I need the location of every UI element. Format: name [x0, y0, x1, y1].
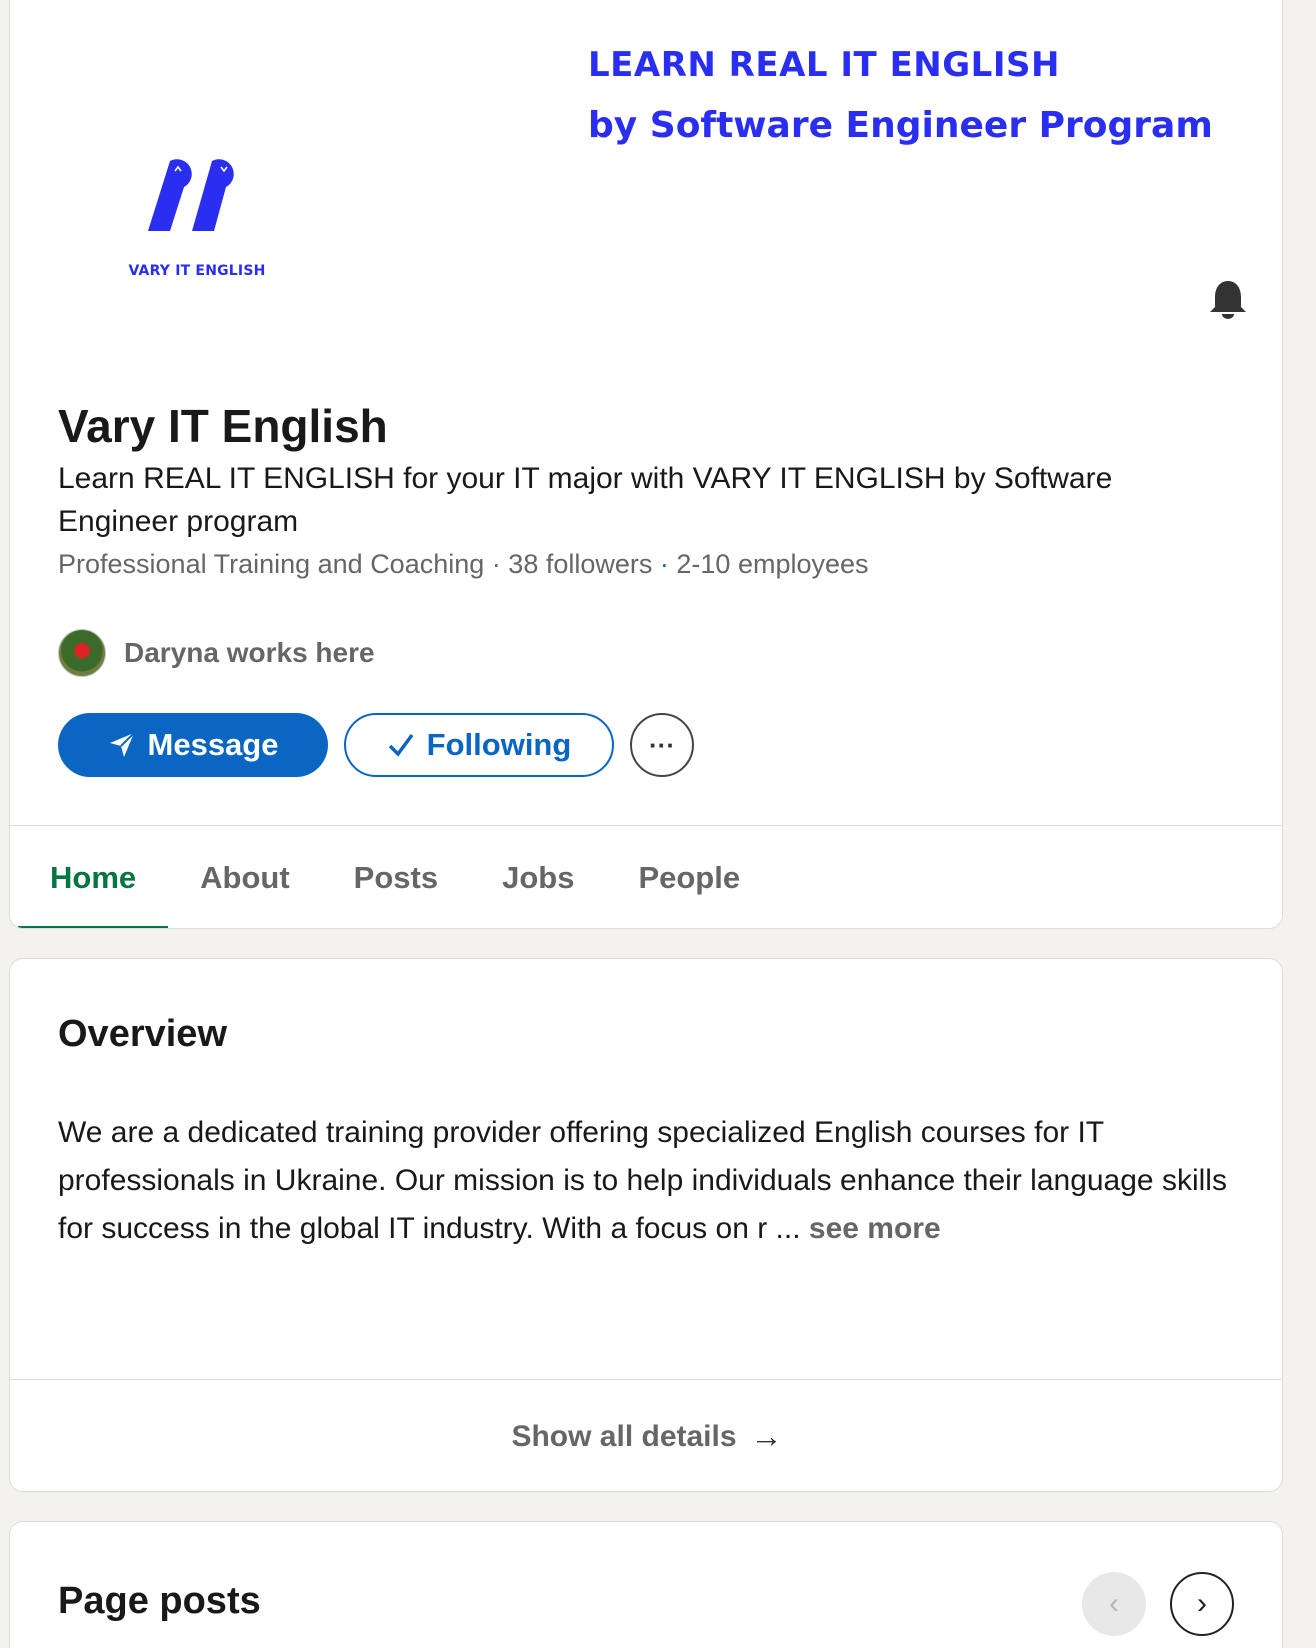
followers-count[interactable]: 38 followers	[508, 549, 652, 579]
logo-caption: VARY IT ENGLISH	[128, 263, 266, 279]
see-more-link[interactable]: see more	[809, 1212, 941, 1245]
message-label: Message	[147, 727, 279, 762]
tab-home[interactable]: Home	[10, 826, 169, 928]
overview-text: We are a dedicated training provider off…	[58, 1116, 1227, 1245]
banner-headline: LEARN REAL IT ENGLISH by Software Engine…	[588, 35, 1213, 157]
more-options-button[interactable]: ···	[630, 713, 694, 777]
carousel-next-button[interactable]: ›	[1170, 1572, 1234, 1636]
show-all-label: Show all details	[511, 1419, 737, 1453]
chevron-right-icon: ›	[1197, 1587, 1207, 1620]
ellipsis-icon: ···	[649, 729, 675, 760]
send-icon	[108, 731, 136, 759]
action-bar: Message Following ···	[58, 713, 694, 777]
separator-dot: ·	[491, 549, 501, 579]
company-tagline: Learn REAL IT ENGLISH for your IT major …	[58, 462, 1113, 538]
employees-count[interactable]: 2-10 employees	[676, 549, 868, 579]
overview-title: Overview	[58, 1013, 227, 1055]
company-top-card: VARY IT ENGLISH LEARN REAL IT ENGLISH by…	[9, 0, 1283, 929]
tab-posts[interactable]: Posts	[322, 826, 470, 928]
show-all-details-button[interactable]: Show all details →	[10, 1380, 1282, 1491]
following-button[interactable]: Following	[344, 713, 614, 777]
works-here-text: Daryna works here	[124, 637, 375, 668]
checkmark-icon	[387, 731, 415, 759]
avatar[interactable]	[58, 629, 106, 677]
connection-works-here[interactable]: Daryna works here	[58, 629, 375, 677]
page-posts-title: Page posts	[58, 1580, 261, 1622]
arrow-right-icon: →	[750, 1418, 783, 1454]
company-meta: Professional Training and Coaching · 38 …	[58, 549, 869, 580]
tab-people[interactable]: People	[606, 826, 772, 928]
company-logo[interactable]: VARY IT ENGLISH	[122, 151, 272, 279]
cover-banner: VARY IT ENGLISH LEARN REAL IT ENGLISH by…	[10, 1, 1282, 341]
notification-bell-icon[interactable]	[1206, 277, 1250, 326]
tab-about[interactable]: About	[168, 826, 322, 928]
overview-body: We are a dedicated training provider off…	[58, 1109, 1228, 1253]
carousel-prev-button[interactable]: ‹	[1082, 1572, 1146, 1636]
following-label: Following	[426, 727, 572, 762]
industry-text: Professional Training and Coaching	[58, 549, 485, 579]
overview-card: Overview We are a dedicated training pro…	[9, 958, 1283, 1492]
logo-mark-icon	[148, 159, 234, 231]
tab-jobs[interactable]: Jobs	[470, 826, 606, 928]
banner-line-1: LEARN REAL IT ENGLISH	[588, 45, 1060, 85]
page-tabs: Home About Posts Jobs People	[10, 826, 1282, 928]
separator-dot: ·	[659, 549, 669, 579]
message-button[interactable]: Message	[58, 713, 328, 777]
banner-line-2: by Software Engineer Program	[588, 105, 1213, 146]
page-posts-card: Page posts ‹ ›	[9, 1521, 1283, 1648]
company-name: Vary IT English	[58, 400, 388, 452]
chevron-left-icon: ‹	[1109, 1587, 1119, 1620]
